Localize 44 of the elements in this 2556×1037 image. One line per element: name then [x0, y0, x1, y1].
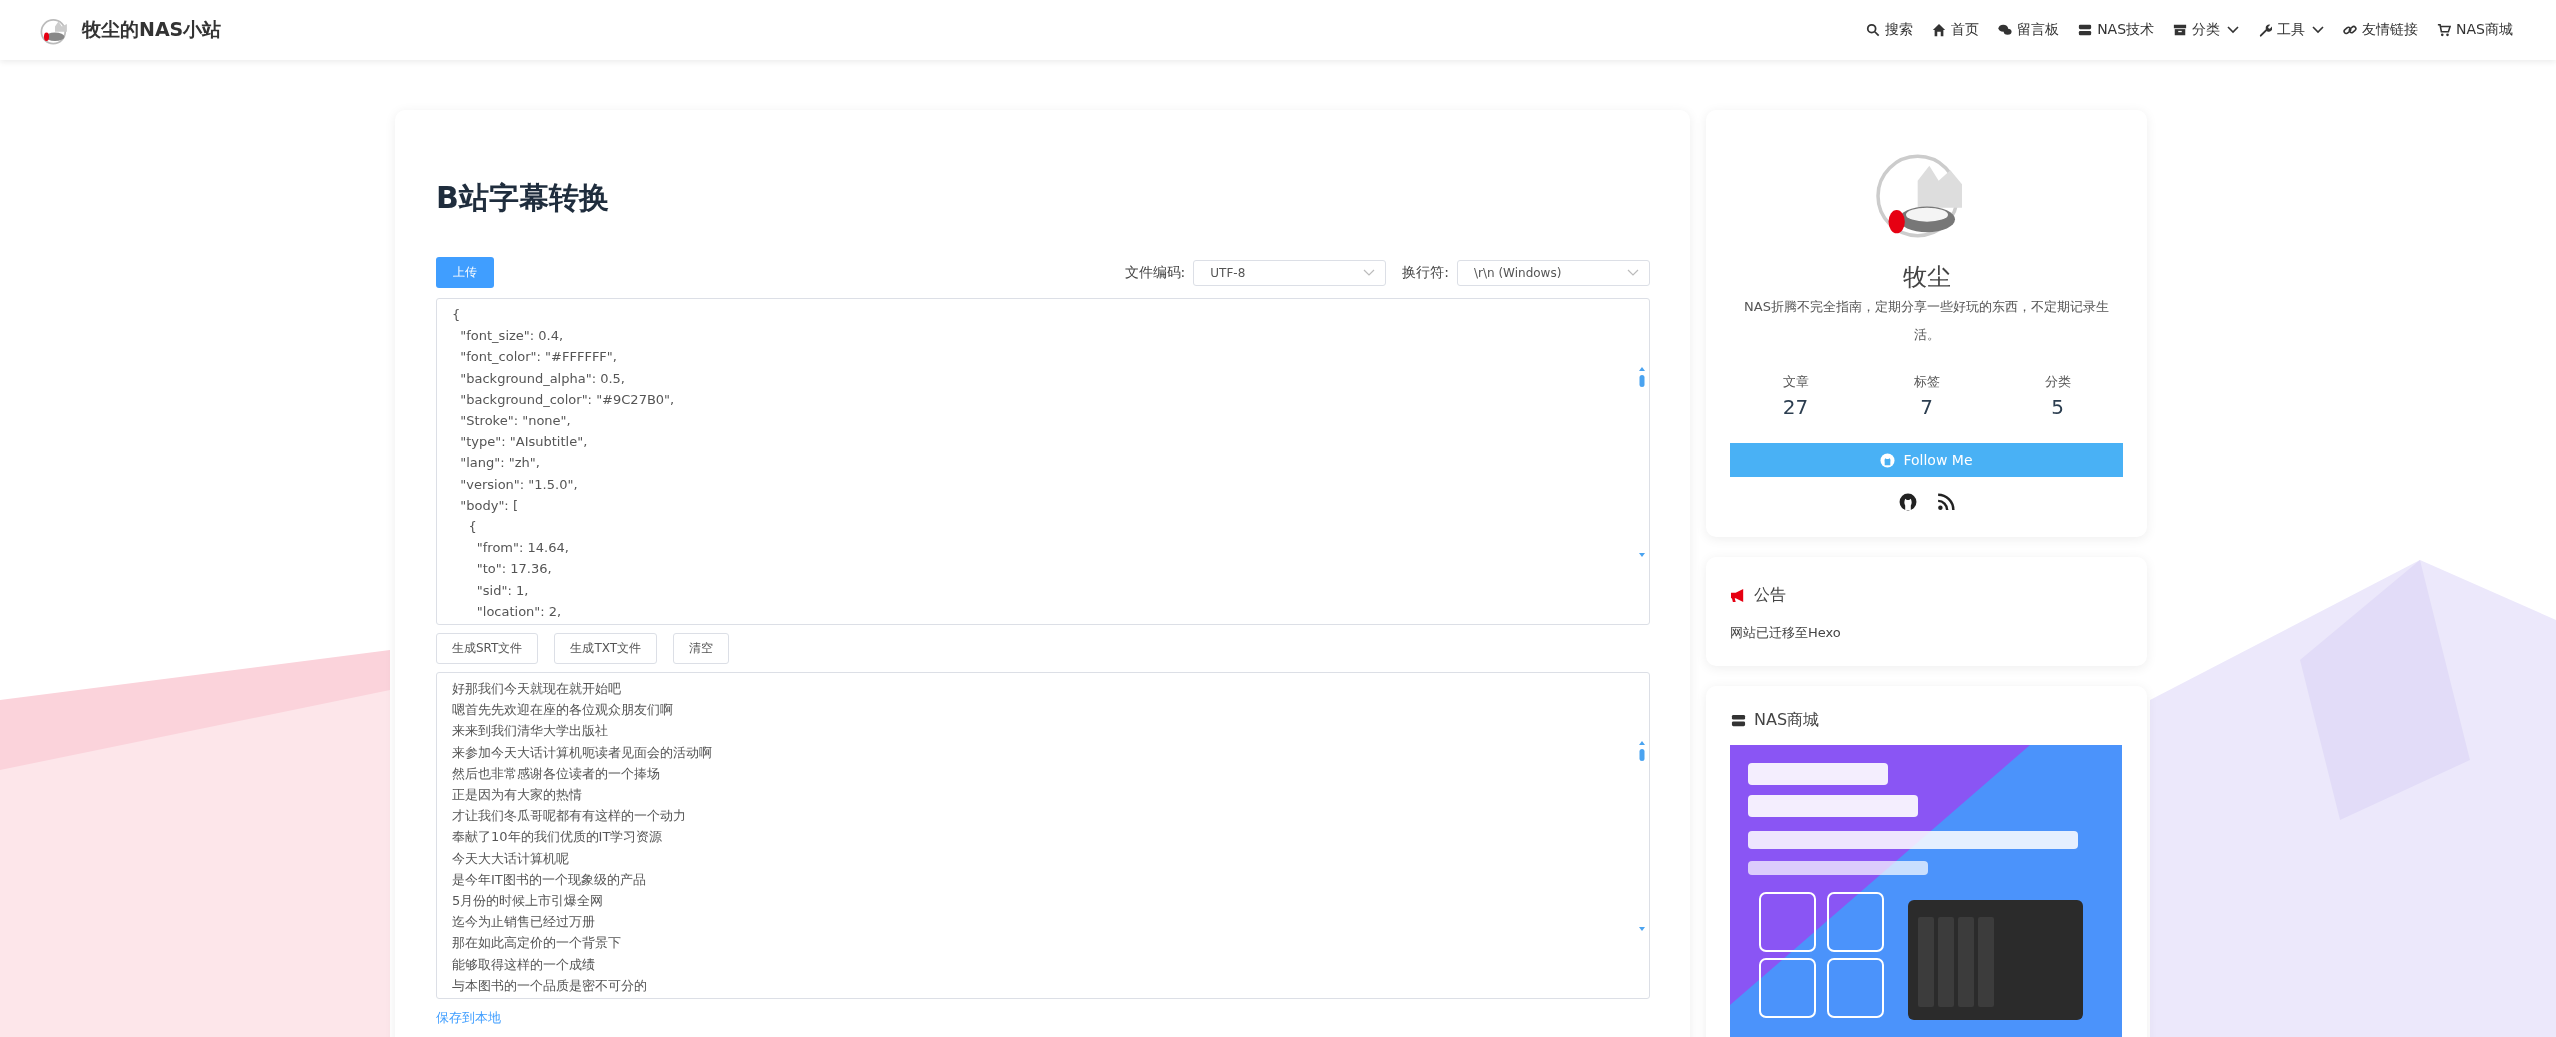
- newline-select[interactable]: \r\n (Windows): [1457, 259, 1650, 286]
- chat-icon: [1998, 23, 2013, 37]
- stat-label: 标签: [1913, 373, 1940, 391]
- stat-label: 分类: [2044, 373, 2071, 391]
- wrench-icon: [2258, 23, 2273, 37]
- server-icon: [2078, 23, 2093, 37]
- page-title: B站字幕转换: [436, 179, 610, 217]
- author-bio: NAS折腾不完全指南，定期分享一些好玩的东西，不定期记录生活。: [1743, 298, 2110, 344]
- nav-link[interactable]: 留言板: [1995, 17, 2063, 43]
- rss-icon[interactable]: [1936, 493, 1955, 511]
- search-icon: [1866, 23, 1881, 37]
- server-icon: [1730, 713, 1747, 728]
- subtitle-output-field[interactable]: 好那我们今天就现在就开始吧 嗯首先先欢迎在座的各位观众朋友们啊 来来到我们清华大学出版社 来参加今天大话计算机呃读者见面会的活动啊 然后也非常感谢各位读者的一个捧场 正是因为有大家的热情 才让我们冬瓜哥呢都有有这样的一个动力 奉献了10年的我们优质的IT学习资源 今天大大话计算机呢 是今年IT图书的一个现象级的产品 5月份的时候上市引爆全网 迄今为止销售已经过万册 那在如此高定价的一个背景下 能够取得这样的一个成绩 与本图书的一个品质是密不可分的: [436, 672, 1650, 999]
- encoding-label: 文件编码:: [1124, 263, 1186, 282]
- encoding-select[interactable]: UTF-8: [1193, 259, 1387, 286]
- stat-value: 5: [2051, 395, 2064, 419]
- author-name: 牧尘: [1902, 262, 1951, 293]
- chevron-icon: [1363, 268, 1376, 277]
- home-icon: [1932, 23, 1947, 37]
- nav-link[interactable]: 搜索: [1863, 17, 1917, 43]
- newline-label: 换行符:: [1402, 263, 1449, 282]
- cart-icon: [2437, 23, 2452, 37]
- nav-link[interactable]: 分类: [2170, 17, 2243, 43]
- nav-link[interactable]: 友情链接: [2340, 17, 2422, 43]
- nav-link[interactable]: NAS商城: [2434, 17, 2516, 43]
- card-title: 公告: [1754, 585, 1786, 606]
- github-icon: [1880, 452, 1896, 468]
- stat-label: 文章: [1782, 373, 1809, 391]
- stat-value: 7: [1920, 395, 1933, 419]
- stat-value: 27: [1782, 395, 1809, 419]
- action-button[interactable]: 清空: [673, 633, 730, 664]
- site-title: 牧尘的NAS小站: [82, 17, 222, 42]
- nav-link[interactable]: 首页: [1929, 17, 1983, 43]
- card-title: NAS商城: [1754, 710, 1820, 731]
- chevron-icon: [1627, 268, 1639, 277]
- action-button[interactable]: 生成SRT文件: [436, 633, 539, 664]
- json-input-field[interactable]: { "font_size": 0.4, "font_color": "#FFFFFF", "background_alpha": 0.5, "background_color": "#9C27B0", "Stroke": "none", "type": "AIsubtitle", "lang": "zh", "version": "1.5.0", "body": [ { "from": 14.64, "to": 17.36, "sid": 1, "location": 2,: [436, 298, 1650, 625]
- archive-icon: [2173, 23, 2188, 37]
- notice-text: 网站已迁移至Hexo: [1730, 624, 1842, 642]
- github-icon[interactable]: [1898, 493, 1917, 511]
- link-icon: [2343, 23, 2358, 37]
- nav-link[interactable]: 工具: [2255, 17, 2328, 43]
- nav-link[interactable]: NAS技术: [2075, 17, 2158, 43]
- action-button[interactable]: 生成TXT文件: [554, 633, 658, 664]
